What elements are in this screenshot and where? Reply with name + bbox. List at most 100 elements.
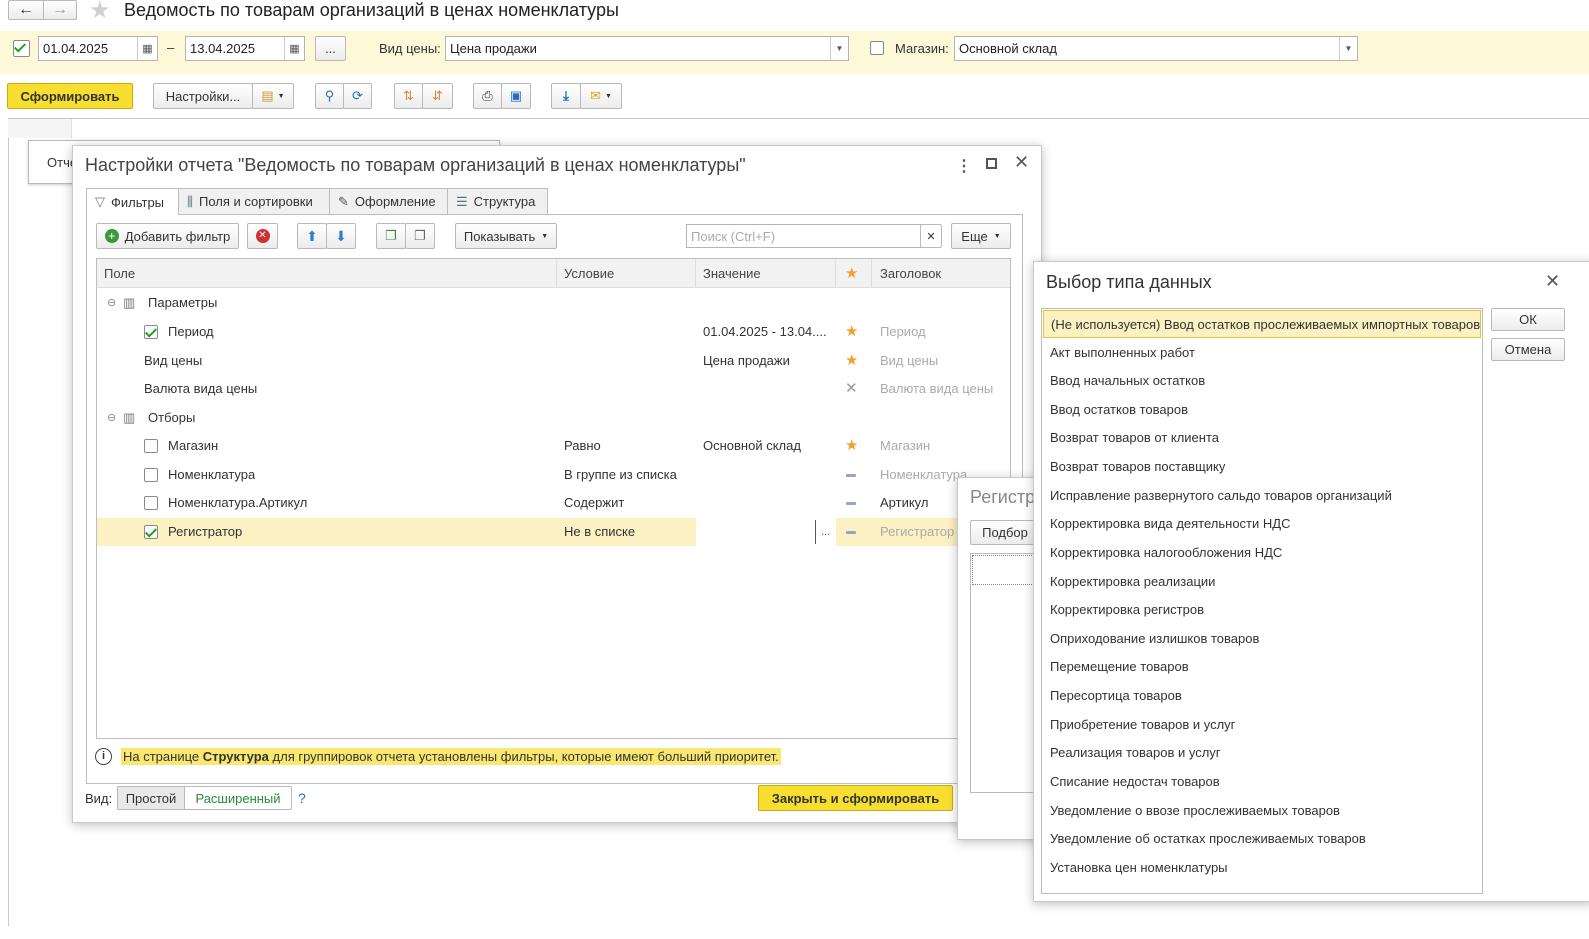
view-extended-button[interactable]: Расширенный [184, 786, 292, 810]
period-checkbox[interactable] [13, 40, 30, 57]
table-row[interactable]: ⊖ ▥ Параметры [97, 289, 1010, 317]
col-header-value[interactable]: Значение [703, 266, 761, 281]
ok-button[interactable]: ОК [1491, 308, 1565, 331]
move-up-button[interactable]: ⬆ [297, 223, 327, 249]
forward-button[interactable]: → [43, 0, 77, 20]
list-item[interactable]: Корректировка вида деятельности НДС [1043, 510, 1481, 538]
dash-icon[interactable] [846, 518, 856, 546]
row-condition[interactable]: В группе из списка [564, 461, 677, 489]
list-item[interactable]: Установка цен номенклатуры [1043, 854, 1481, 882]
date-to-field[interactable]: 13.04.2025 ▦ [185, 36, 305, 61]
list-item[interactable]: Реализация товаров и услуг [1043, 739, 1481, 767]
col-header-field[interactable]: Поле [104, 266, 135, 281]
tab-appearance[interactable]: ✎ Оформление [329, 188, 448, 214]
show-dropdown[interactable]: Показывать ▼ [455, 223, 557, 249]
save-button[interactable]: ⤓ [551, 83, 581, 109]
list-item[interactable]: Ввод остатков товаров [1043, 396, 1481, 424]
close-icon[interactable]: ✕ [1014, 152, 1029, 173]
row-checkbox[interactable] [144, 468, 158, 482]
table-row[interactable]: Номенклатура В группе из списка Номенкла… [97, 461, 1010, 489]
settings-button[interactable]: Настройки... [153, 83, 253, 109]
list-item[interactable]: Ввод начальных остатков [1043, 367, 1481, 395]
col-header-condition[interactable]: Условие [564, 266, 614, 281]
table-row[interactable]: Магазин Равно Основной склад ★ Магазин [97, 432, 1010, 460]
table-row[interactable]: Номенклатура.Артикул Содержит Артикул [97, 489, 1010, 517]
collapse-icon[interactable]: ⊖ [107, 404, 116, 432]
star-icon[interactable]: ★ [845, 347, 858, 375]
clear-search-button[interactable]: ✕ [920, 224, 942, 248]
chevron-down-icon[interactable]: ▼ [830, 37, 848, 60]
list-item[interactable]: Возврат товаров от клиента [1043, 424, 1481, 452]
generate-button[interactable]: Сформировать [7, 83, 133, 109]
row-value[interactable]: Цена продажи [703, 347, 790, 375]
price-type-field[interactable]: Цена продажи ▼ [445, 36, 849, 61]
tab-structure[interactable]: ☰ Структура [447, 188, 548, 214]
sort-asc-button[interactable]: ⇅ [394, 83, 423, 109]
favorite-star-icon[interactable]: ★ [89, 0, 111, 25]
more-button[interactable]: Еще ▼ [951, 223, 1011, 249]
sort-desc-button[interactable]: ⇵ [422, 83, 453, 109]
list-item[interactable]: Списание недостач товаров [1043, 768, 1481, 796]
col-header-title[interactable]: Заголовок [880, 266, 941, 281]
list-item[interactable]: Пересортица товаров [1043, 682, 1481, 710]
search-input[interactable]: Поиск (Ctrl+F) [686, 224, 922, 248]
info-structure-link[interactable]: Структура [203, 749, 269, 764]
preview-button[interactable]: ▣ [501, 83, 531, 109]
table-row-selected[interactable]: ... Регистратор Не в списке Регистратор [97, 518, 1010, 546]
delete-button[interactable]: ✕ [247, 223, 278, 249]
list-item[interactable]: Уведомление о ввозе прослеживаемых товар… [1043, 797, 1481, 825]
list-item[interactable]: Корректировка регистров [1043, 596, 1481, 624]
send-button[interactable]: ✉ ▼ [580, 83, 622, 109]
variant-button[interactable]: ▤ ▼ [252, 83, 294, 109]
maximize-icon[interactable] [986, 158, 997, 169]
cancel-button[interactable]: Отмена [1491, 338, 1565, 361]
row-condition[interactable]: Содержит [564, 489, 624, 517]
print-button[interactable]: ⎙ [473, 83, 502, 109]
add-filter-button[interactable]: + Добавить фильтр [96, 223, 239, 249]
calendar-icon[interactable]: ▦ [284, 37, 304, 60]
list-item[interactable]: Приобретение товаров и услуг [1043, 711, 1481, 739]
table-row[interactable]: Вид цены Цена продажи ★ Вид цены [97, 347, 1010, 375]
table-row[interactable]: Валюта вида цены ✕ Валюта вида цены [97, 375, 1010, 403]
row-condition[interactable]: Не в списке [564, 518, 635, 546]
row-checkbox[interactable] [144, 325, 158, 339]
list-item[interactable]: Возврат товаров поставщику [1043, 453, 1481, 481]
search-button[interactable]: ⚲ [315, 83, 344, 109]
star-icon[interactable]: ★ [845, 432, 858, 460]
back-button[interactable]: ← [8, 0, 44, 20]
row-checkbox[interactable] [144, 439, 158, 453]
row-value[interactable]: Основной склад [703, 432, 801, 460]
move-down-button[interactable]: ⬇ [326, 223, 356, 249]
dash-icon[interactable] [846, 489, 856, 517]
more-vertical-icon[interactable]: ⋮ [956, 156, 972, 176]
list-item[interactable]: Акт выполненных работ [1043, 339, 1481, 367]
row-checkbox[interactable] [144, 496, 158, 510]
table-row[interactable]: ⊖ ▥ Отборы [97, 404, 1010, 432]
store-checkbox[interactable] [870, 41, 884, 55]
list-item[interactable]: Исправление развернутого сальдо товаров … [1043, 482, 1481, 510]
close-icon[interactable]: ✕ [1545, 271, 1560, 292]
date-from-field[interactable]: 01.04.2025 ▦ [38, 36, 158, 61]
close-generate-button[interactable]: Закрыть и сформировать [758, 785, 953, 811]
row-condition[interactable]: Равно [564, 432, 601, 460]
view-simple-button[interactable]: Простой [117, 786, 185, 810]
close-icon[interactable]: ✕ [845, 375, 858, 403]
star-icon[interactable]: ★ [845, 318, 858, 346]
group-button[interactable]: ❐ [376, 223, 406, 249]
collapse-icon[interactable]: ⊖ [107, 289, 116, 317]
list-item[interactable]: Уведомление об остатках прослеживаемых т… [1043, 825, 1481, 853]
list-item[interactable]: Корректировка налогообложения НДС [1043, 539, 1481, 567]
ungroup-button[interactable]: ❐ [405, 223, 435, 249]
list-item-selected[interactable]: (Не используется) Ввод остатков прослежи… [1043, 310, 1481, 338]
calendar-icon[interactable]: ▦ [137, 37, 157, 60]
list-item[interactable]: Перемещение товаров [1043, 653, 1481, 681]
tab-filters[interactable]: ▽ Фильтры [86, 188, 179, 215]
period-select-button[interactable]: ... [315, 36, 346, 61]
list-item[interactable]: Корректировка реализации [1043, 568, 1481, 596]
list-item[interactable]: Оприходование излишков товаров [1043, 625, 1481, 653]
tab-fields-sorting[interactable]: ⫼ Поля и сортировки [178, 188, 330, 214]
pick-button[interactable]: Подбор [970, 520, 1040, 545]
chevron-down-icon[interactable]: ▼ [1339, 37, 1357, 60]
table-row[interactable]: Период 01.04.2025 - 13.04.... ★ Период [97, 318, 1010, 346]
row-checkbox[interactable] [144, 525, 158, 539]
